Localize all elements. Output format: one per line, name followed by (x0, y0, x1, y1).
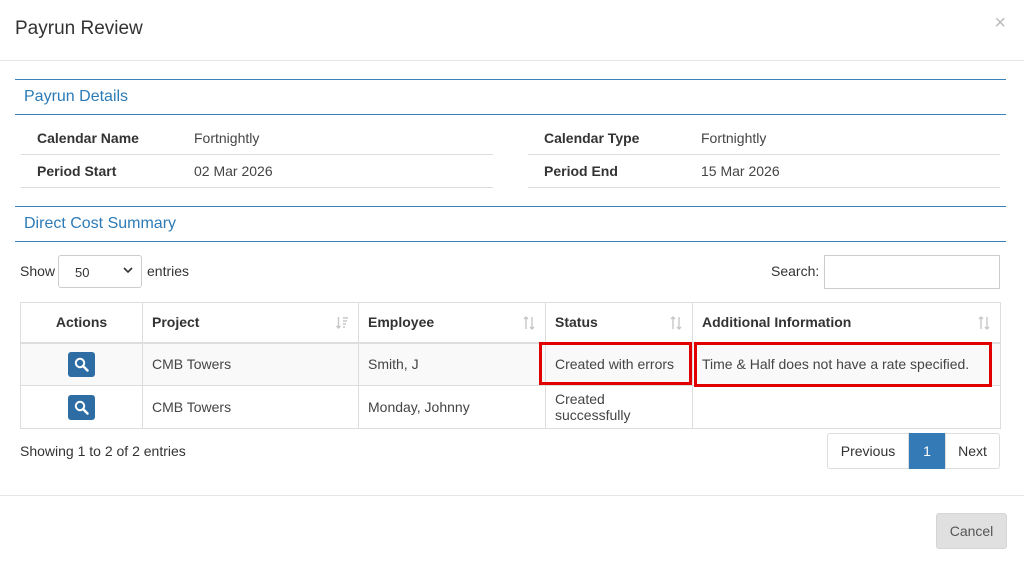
detail-label: Calendar Name (37, 130, 139, 146)
column-header-project[interactable]: Project (142, 302, 359, 344)
column-header-actions: Actions (20, 302, 143, 344)
view-button[interactable] (68, 394, 95, 420)
cancel-button[interactable]: Cancel (936, 513, 1007, 549)
actions-cell (20, 385, 143, 429)
table-info-text: Showing 1 to 2 of 2 entries (20, 443, 186, 459)
entries-per-page-select[interactable]: 50 (58, 255, 142, 288)
search-label: Search: (771, 263, 820, 279)
sort-icon (670, 316, 682, 330)
direct-cost-summary-title: Direct Cost Summary (24, 215, 177, 232)
sort-icon (978, 316, 990, 330)
modal-header: Payrun Review × (0, 0, 1024, 61)
payrun-details-header: Payrun Details (15, 79, 1006, 115)
status-cell: Created successfully (545, 385, 693, 429)
detail-value: 15 Mar 2026 (701, 163, 780, 179)
direct-cost-table: Actions Project Employee Status Addition… (20, 302, 1001, 429)
footer-divider (0, 495, 1024, 496)
actions-cell (20, 342, 143, 386)
search-icon (74, 400, 89, 415)
employee-cell: Smith, J (358, 342, 546, 386)
sort-icon (336, 317, 348, 329)
status-cell: Created with errors (545, 342, 693, 386)
pagination-page-1[interactable]: 1 (909, 433, 945, 469)
column-header-employee[interactable]: Employee (358, 302, 546, 344)
additional-info-cell: Time & Half does not have a rate specifi… (692, 342, 1001, 386)
detail-label: Calendar Type (544, 130, 640, 146)
chevron-down-icon (123, 267, 133, 274)
detail-row-period-end: Period End 15 Mar 2026 (528, 155, 1000, 188)
additional-info-cell (692, 385, 1001, 429)
direct-cost-summary-header: Direct Cost Summary (15, 206, 1006, 242)
search-input[interactable] (824, 255, 1000, 289)
table-row: CMB Towers Monday, Johnny Created succes… (20, 385, 1001, 429)
detail-row-calendar-type: Calendar Type Fortnightly (528, 122, 1000, 155)
sort-icon (523, 316, 535, 330)
entries-label: entries (147, 263, 190, 279)
pagination-next-button[interactable]: Next (945, 433, 1000, 469)
table-row: CMB Towers Smith, J Created with errors … (20, 342, 1001, 386)
modal-title: Payrun Review (15, 18, 143, 39)
pagination: Previous 1 Next (827, 433, 1000, 469)
payrun-details-title: Payrun Details (24, 88, 129, 105)
search-icon (74, 357, 89, 372)
project-cell: CMB Towers (142, 385, 359, 429)
close-icon[interactable]: × (994, 13, 1006, 33)
detail-label: Period Start (37, 163, 117, 179)
show-label: Show (20, 263, 56, 279)
view-button[interactable] (68, 351, 95, 377)
employee-cell: Monday, Johnny (358, 385, 546, 429)
detail-label: Period End (544, 163, 618, 179)
pagination-previous-button[interactable]: Previous (827, 433, 909, 469)
project-cell: CMB Towers (142, 342, 359, 386)
column-header-additional-information[interactable]: Additional Information (692, 302, 1001, 344)
table-header-row: Actions Project Employee Status Addition… (20, 302, 1001, 344)
detail-value: Fortnightly (194, 130, 260, 146)
detail-value: Fortnightly (701, 130, 767, 146)
entries-selected-value: 50 (75, 265, 90, 280)
detail-row-calendar-name: Calendar Name Fortnightly (21, 122, 493, 155)
column-header-status[interactable]: Status (545, 302, 693, 344)
detail-value: 02 Mar 2026 (194, 163, 273, 179)
detail-row-period-start: Period Start 02 Mar 2026 (21, 155, 493, 188)
